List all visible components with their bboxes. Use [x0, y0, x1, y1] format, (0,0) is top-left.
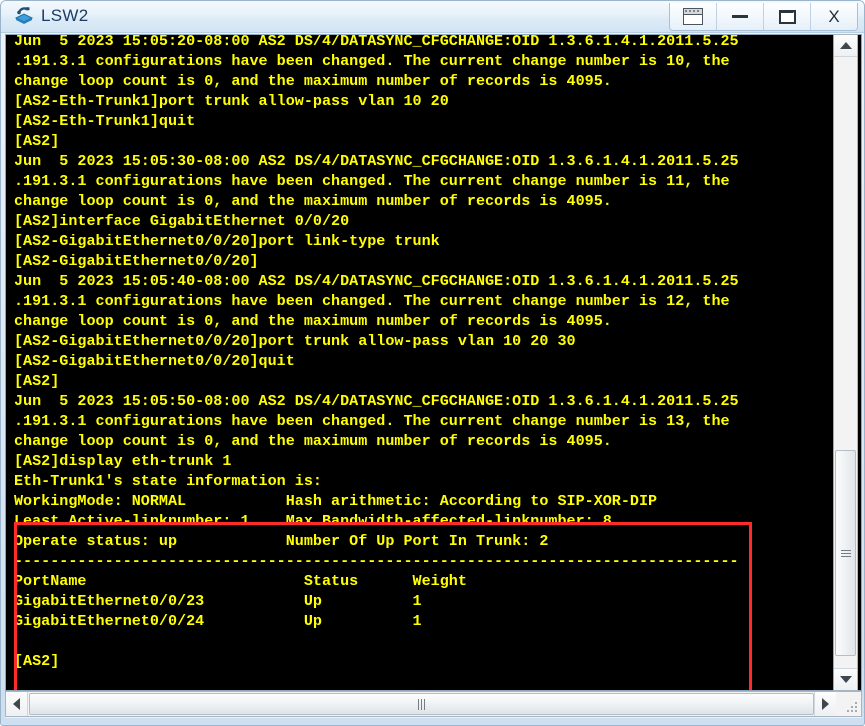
terminal-area: Jun 5 2023 15:05:20-08:00 AS2 DS/4/DATAS…: [5, 34, 862, 718]
console-line: change loop count is 0, and the maximum …: [14, 312, 612, 330]
console-line: ----------------------------------------…: [14, 552, 739, 570]
console-line: Jun 5 2023 15:05:40-08:00 AS2 DS/4/DATAS…: [14, 272, 739, 290]
close-button[interactable]: X: [810, 3, 857, 30]
console-line: [AS2-GigabitEthernet0/0/20]quit: [14, 352, 295, 370]
console-line: GigabitEthernet0/0/24 Up 1: [14, 612, 422, 630]
console-line: Jun 5 2023 15:05:30-08:00 AS2 DS/4/DATAS…: [14, 152, 739, 170]
console-line: change loop count is 0, and the maximum …: [14, 72, 612, 90]
console-line: change loop count is 0, and the maximum …: [14, 432, 612, 450]
console-line-list: Jun 5 2023 15:05:20-08:00 AS2 DS/4/DATAS…: [14, 35, 836, 671]
scroll-down-button[interactable]: [834, 668, 857, 690]
terminal-window: LSW2 X Jun 5 2023 15:05:20-08:00 AS2 DS/…: [0, 0, 865, 726]
console-line: [AS2-Eth-Trunk1]quit: [14, 112, 196, 130]
console-line: [AS2-GigabitEthernet0/0/20]port trunk al…: [14, 332, 576, 350]
window-controls: X: [669, 3, 858, 31]
console-line: PortName Status Weight: [14, 572, 467, 590]
title-bar-left: LSW2: [13, 5, 89, 27]
console-line: Least Active-linknumber: 1 Max Bandwidth…: [14, 512, 612, 530]
console-line: [AS2-GigabitEthernet0/0/20]: [14, 252, 259, 270]
maximize-icon: [778, 9, 796, 24]
horizontal-scrollbar[interactable]: [5, 691, 862, 717]
title-bar[interactable]: LSW2 X: [1, 1, 864, 33]
window-title: LSW2: [41, 6, 89, 25]
console-frame[interactable]: Jun 5 2023 15:05:20-08:00 AS2 DS/4/DATAS…: [5, 34, 862, 691]
console-line: [AS2]: [14, 652, 60, 670]
scroll-up-button[interactable]: [834, 35, 857, 57]
console-line: [AS2]interface GigabitEthernet 0/0/20: [14, 212, 350, 230]
horizontal-scrollbar-thumb[interactable]: [29, 693, 814, 715]
vertical-scrollbar[interactable]: [833, 34, 858, 691]
console-line: WorkingMode: NORMAL Hash arithmetic: Acc…: [14, 492, 658, 510]
window-icon: [683, 8, 703, 25]
console-line: .191.3.1 configurations have been change…: [14, 292, 730, 310]
console-line: .191.3.1 configurations have been change…: [14, 52, 730, 70]
restore-window-button[interactable]: [670, 3, 716, 30]
chevron-right-icon: [822, 698, 829, 710]
chevron-down-icon: [839, 676, 852, 683]
console-line: [AS2-GigabitEthernet0/0/20]port link-typ…: [14, 232, 440, 250]
switch-icon: [13, 5, 35, 27]
grip-icon: [840, 549, 851, 557]
vertical-scrollbar-thumb[interactable]: [835, 450, 856, 656]
console-line: Operate status: up Number Of Up Port In …: [14, 532, 549, 550]
console-line: [AS2-Eth-Trunk1]port trunk allow-pass vl…: [14, 92, 449, 110]
console-line: change loop count is 0, and the maximum …: [14, 192, 612, 210]
console-line: [AS2]: [14, 132, 60, 150]
console-line: Jun 5 2023 15:05:50-08:00 AS2 DS/4/DATAS…: [14, 392, 739, 410]
console-line: Eth-Trunk1's state information is:: [14, 472, 322, 490]
console-line: .191.3.1 configurations have been change…: [14, 172, 730, 190]
console-line: GigabitEthernet0/0/23 Up 1: [14, 592, 422, 610]
chevron-up-icon: [839, 42, 852, 49]
minimize-icon: [732, 15, 748, 18]
resize-grip-icon[interactable]: [845, 700, 859, 714]
chevron-left-icon: [13, 698, 20, 710]
scroll-right-button[interactable]: [814, 692, 836, 716]
console-line: [AS2]display eth-trunk 1: [14, 452, 232, 470]
maximize-button[interactable]: [763, 3, 810, 30]
console-output[interactable]: Jun 5 2023 15:05:20-08:00 AS2 DS/4/DATAS…: [6, 35, 836, 690]
grip-icon: [417, 698, 426, 710]
minimize-button[interactable]: [716, 3, 763, 30]
console-line: .191.3.1 configurations have been change…: [14, 412, 730, 430]
console-line: [AS2]: [14, 372, 60, 390]
scroll-left-button[interactable]: [6, 692, 28, 716]
close-icon: X: [828, 7, 840, 26]
console-line: Jun 5 2023 15:05:20-08:00 AS2 DS/4/DATAS…: [14, 35, 739, 50]
